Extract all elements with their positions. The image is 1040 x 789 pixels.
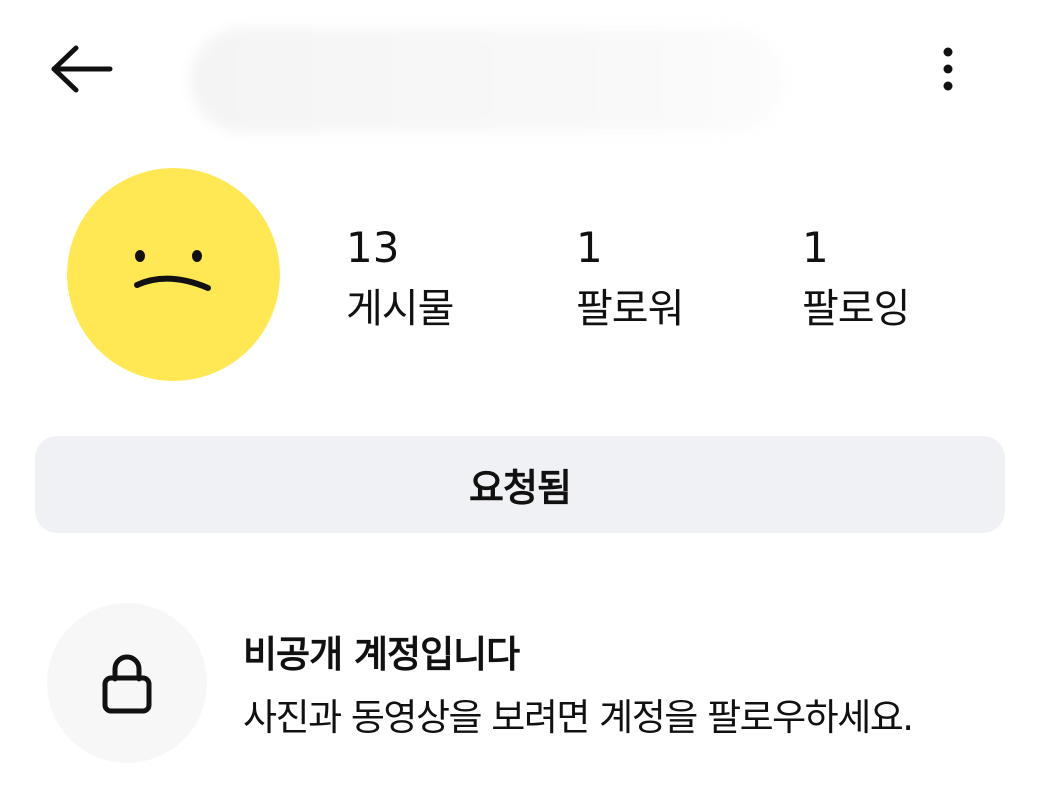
- private-account-description: 사진과 동영상을 보려면 계정을 팔로우하세요.: [243, 696, 914, 739]
- sad-face-icon: [67, 168, 280, 381]
- requested-button-label: 요청됨: [469, 466, 572, 510]
- more-vertical-icon: [943, 47, 953, 91]
- requested-button[interactable]: 요청됨: [35, 436, 1005, 533]
- private-account-title: 비공개 계정입니다: [243, 633, 520, 676]
- lock-icon-container: [47, 603, 207, 763]
- followers-stat[interactable]: 1 팔로워: [576, 222, 684, 336]
- posts-stat[interactable]: 13 게시물: [346, 222, 454, 336]
- posts-count: 13: [346, 223, 400, 272]
- following-count: 1: [802, 223, 829, 272]
- username-redacted: [190, 28, 785, 132]
- profile-screen: 13 게시물 1 팔로워 1 팔로잉 요청됨 비공개 계정입니다 사진과 동영상…: [0, 0, 1040, 789]
- posts-label: 게시물: [346, 286, 454, 332]
- following-stat[interactable]: 1 팔로잉: [802, 222, 910, 336]
- more-options-button[interactable]: [920, 34, 976, 104]
- avatar[interactable]: [67, 168, 280, 381]
- back-button[interactable]: [36, 34, 126, 104]
- arrow-left-icon: [51, 45, 113, 93]
- lock-icon: [102, 654, 152, 714]
- followers-label: 팔로워: [576, 286, 684, 332]
- following-label: 팔로잉: [802, 286, 910, 332]
- followers-count: 1: [576, 223, 603, 272]
